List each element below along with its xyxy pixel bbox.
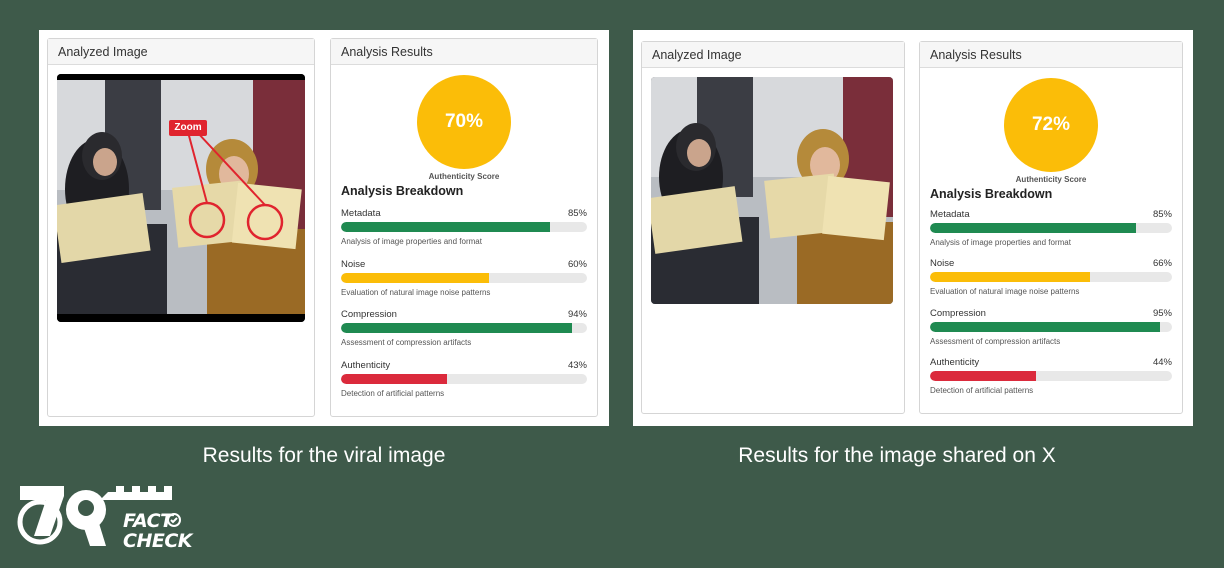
- metric-description: Detection of artificial patterns: [930, 386, 1034, 395]
- metric-bar: [930, 322, 1172, 332]
- analysis-results-card: Analysis Results 72% Authenticity Score …: [919, 41, 1183, 414]
- x-image-screenshot: Analyzed Image Analysis Results 72% Auth…: [633, 30, 1193, 426]
- metric-value: 43%: [567, 360, 587, 371]
- fact-check-logo: FACT CHECK: [16, 480, 193, 554]
- logo-check-text: CHECK: [123, 530, 193, 552]
- metric-noise: Noise 60% Evaluation of natural image noi…: [341, 259, 587, 305]
- metric-bar-fill: [930, 223, 1136, 233]
- metric-metadata: Metadata 85% Analysis of image properties…: [341, 208, 587, 254]
- metric-bar-fill: [930, 322, 1160, 332]
- metric-metadata: Metadata 85% Analysis of image properties…: [930, 209, 1172, 255]
- analyzed-image-title: Analyzed Image: [642, 42, 904, 68]
- metric-description: Evaluation of natural image noise patter…: [930, 287, 1080, 296]
- metric-value: 44%: [1152, 357, 1172, 368]
- metric-bar-fill: [341, 273, 489, 283]
- metric-value: 94%: [567, 309, 587, 320]
- analysis-results-card: Analysis Results 70% Authenticity Score …: [330, 38, 598, 417]
- metric-name: Metadata: [341, 208, 381, 219]
- analysis-results-title: Analysis Results: [331, 39, 597, 65]
- metric-name: Noise: [930, 258, 955, 269]
- metric-name: Metadata: [930, 209, 970, 220]
- metric-bar-fill: [341, 374, 447, 384]
- metric-value: 85%: [1152, 209, 1172, 220]
- metric-value: 66%: [1152, 258, 1172, 269]
- metric-value: 95%: [1152, 308, 1172, 319]
- metric-bar: [341, 273, 587, 283]
- authenticity-score-circle: 72%: [1004, 78, 1098, 172]
- metric-description: Assessment of compression artifacts: [341, 338, 472, 347]
- metric-name: Authenticity: [341, 360, 391, 371]
- metric-bar-fill: [930, 272, 1090, 282]
- metric-value: 85%: [567, 208, 587, 219]
- metric-description: Analysis of image properties and format: [930, 238, 1071, 247]
- metric-noise: Noise 66% Evaluation of natural image noi…: [930, 258, 1172, 304]
- analysis-breakdown-heading: Analysis Breakdown: [341, 184, 464, 198]
- metric-description: Detection of artificial patterns: [341, 389, 445, 398]
- metric-compression: Compression 95% Assessment of compression…: [930, 308, 1172, 354]
- metric-bar: [930, 371, 1172, 381]
- metric-bar: [341, 222, 587, 232]
- analysis-breakdown-heading: Analysis Breakdown: [930, 187, 1053, 201]
- metric-bar: [341, 323, 587, 333]
- metric-value: 60%: [567, 259, 587, 270]
- viral-image-screenshot: Analyzed Image Zoom Analysis Results 70%…: [39, 30, 609, 426]
- metric-bar: [341, 374, 587, 384]
- metric-bar-fill: [341, 323, 573, 333]
- metric-description: Analysis of image properties and format: [341, 237, 482, 246]
- metric-name: Authenticity: [930, 357, 980, 368]
- authenticity-score-label: Authenticity Score: [1015, 175, 1087, 184]
- analyzed-image-card: Analyzed Image: [47, 38, 315, 417]
- analysis-results-title: Analysis Results: [920, 42, 1182, 68]
- zoom-label: Zoom: [174, 122, 202, 133]
- metric-bar-fill: [341, 222, 551, 232]
- metric-name: Noise: [341, 259, 366, 270]
- metric-name: Compression: [341, 309, 397, 320]
- analyzed-image-card: Analyzed Image: [641, 41, 905, 414]
- caption-viral-image: Results for the viral image: [202, 444, 446, 467]
- metric-compression: Compression 94% Assessment of compression…: [341, 309, 587, 355]
- metric-bar-fill: [930, 371, 1037, 381]
- metric-bar: [930, 223, 1172, 233]
- logo-fact-text: FACT: [123, 510, 173, 532]
- analyzed-photo[interactable]: [651, 77, 893, 304]
- metric-description: Assessment of compression artifacts: [930, 337, 1061, 346]
- metric-authenticity: Authenticity 44% Detection of artificial …: [930, 357, 1172, 403]
- metric-name: Compression: [930, 308, 986, 319]
- analyzed-image-title: Analyzed Image: [48, 39, 314, 65]
- analyzed-photo[interactable]: Zoom: [57, 74, 305, 322]
- metric-description: Evaluation of natural image noise patter…: [341, 288, 491, 297]
- authenticity-score-label: Authenticity Score: [428, 172, 500, 181]
- metric-authenticity: Authenticity 43% Detection of artificial …: [341, 360, 587, 406]
- authenticity-score-circle: 70%: [417, 75, 511, 169]
- caption-x-image: Results for the image shared on X: [738, 444, 1056, 467]
- metric-bar: [930, 272, 1172, 282]
